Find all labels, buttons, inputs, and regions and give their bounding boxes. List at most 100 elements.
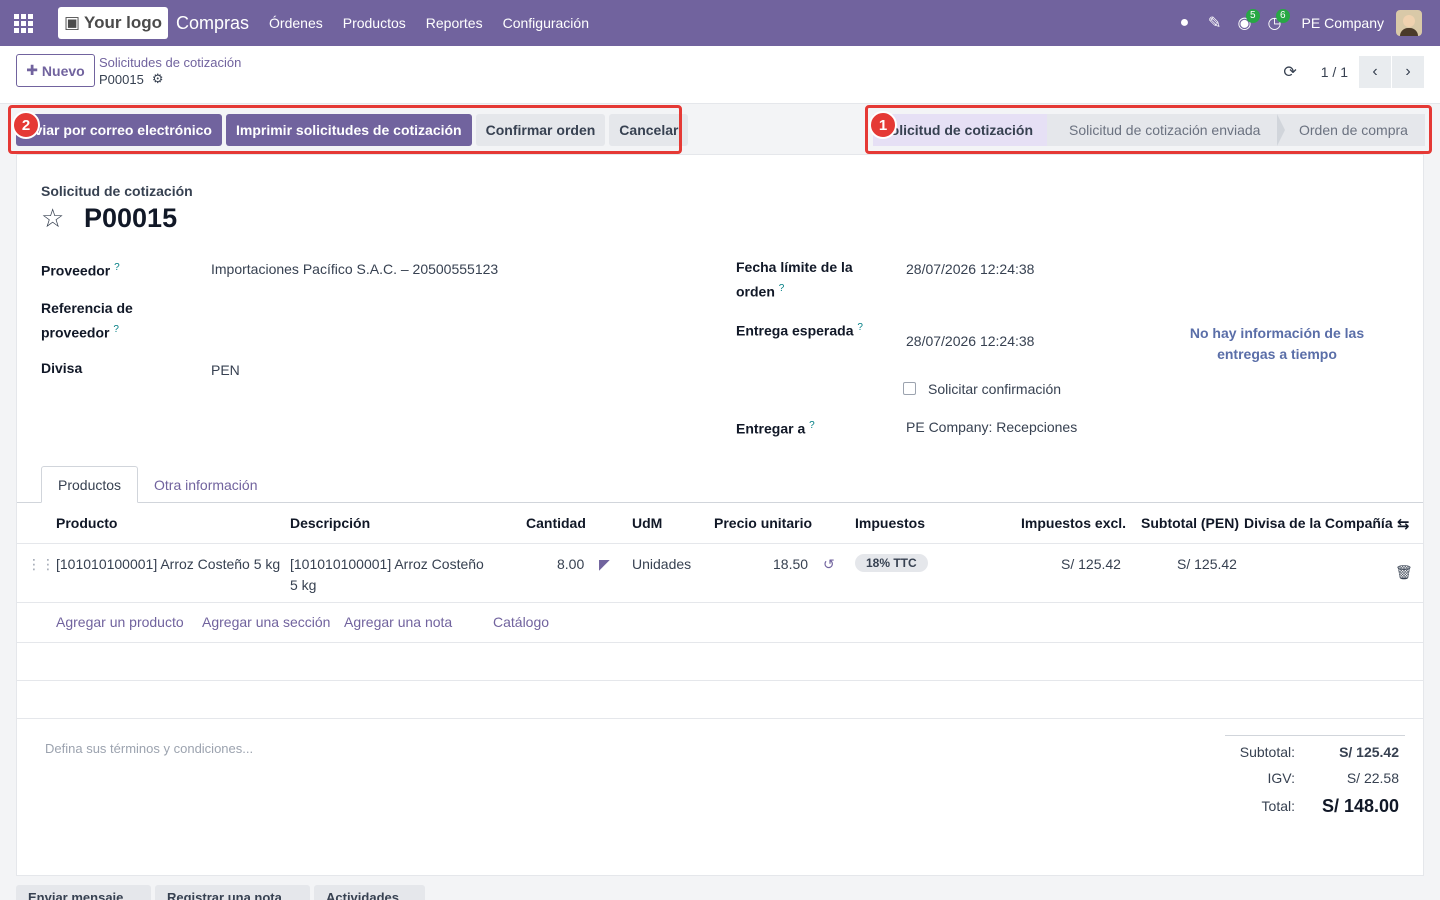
subtotal-value: S/ 125.42 [1339, 744, 1399, 760]
empty-row [17, 681, 1423, 719]
history-icon[interactable]: ↺ [823, 554, 835, 575]
chatter-buttons: Enviar mensaje Registrar una nota Activi… [16, 885, 425, 900]
help-icon[interactable]: ? [779, 283, 785, 294]
chat-badge: 5 [1245, 9, 1260, 23]
plus-icon: ✚ [26, 62, 42, 78]
add-note-link[interactable]: Agregar una nota [344, 614, 452, 630]
vendor-ref-field[interactable] [211, 319, 691, 340]
trash-icon[interactable]: 🗑 [1395, 562, 1413, 583]
help-icon[interactable]: ? [114, 262, 120, 273]
vendor-ref-label: Referencia de proveedor ? [41, 300, 133, 341]
total-label: Total: [1261, 798, 1295, 814]
line-product[interactable]: [101010100001] Arroz Costeño 5 kg [56, 554, 280, 575]
order-lines-table: Producto Descripción Cantidad UdM Precio… [17, 503, 1423, 719]
terms-field[interactable]: Defina sus términos y condiciones... [45, 741, 253, 756]
total-value: S/ 148.00 [1321, 796, 1399, 816]
pager-count[interactable]: 1 / 1 [1321, 64, 1348, 80]
main-menu: Órdenes Productos Reportes Configuración [269, 15, 609, 31]
chevron-left-icon[interactable]: ‹ [1359, 56, 1391, 88]
top-navbar: ▣ Your logo Compras Órdenes Productos Re… [0, 0, 1440, 46]
line-description[interactable]: [101010100001] Arroz Costeño 5 kg [290, 554, 484, 596]
deliver-field[interactable]: PE Company: Recepciones [906, 417, 1077, 438]
forecast-chart-icon[interactable]: ◤ [599, 554, 610, 575]
line-excl: S/ 125.42 [1061, 556, 1121, 572]
igv-label: IGV: [1267, 770, 1296, 786]
vendor-field[interactable]: Importaciones Pacífico S.A.C. – 20500555… [211, 259, 498, 280]
line-qty[interactable]: 8.00 [557, 554, 584, 575]
help-icon[interactable]: ? [113, 324, 119, 335]
table-row[interactable]: ⋮⋮ [101010100001] Arroz Costeño 5 kg [10… [17, 544, 1423, 603]
refresh-icon[interactable]: ⟳ [1283, 62, 1296, 82]
annotation-one: 1 [869, 111, 897, 139]
col-cantidad[interactable]: Cantidad [526, 515, 586, 531]
menu-ordenes[interactable]: Órdenes [269, 15, 323, 31]
company-logo[interactable]: ▣ Your logo [58, 7, 168, 39]
add-product-link[interactable]: Agregar un producto [56, 614, 184, 630]
col-precio[interactable]: Precio unitario [714, 515, 812, 531]
star-icon[interactable]: ☆ [41, 203, 64, 234]
log-note-button[interactable]: Registrar una nota [155, 885, 310, 900]
menu-reportes[interactable]: Reportes [426, 15, 483, 31]
new-label: Nuevo [41, 62, 85, 79]
igv-value: S/ 22.58 [1346, 770, 1399, 786]
col-impuestos-excl[interactable]: Impuestos excl. [1021, 515, 1126, 531]
app-menu-icon[interactable] [0, 0, 46, 46]
catalog-link[interactable]: Catálogo [493, 614, 549, 630]
chat-icon[interactable]: ◉ 5 [1230, 0, 1260, 46]
systray: ● ✎ ◉ 5 ◷ 6 PE Company [1170, 0, 1440, 46]
empty-row [17, 643, 1423, 681]
col-divisa[interactable]: Divisa de la Compañía [1244, 515, 1393, 531]
deliver-label: Entregar a ? [736, 420, 815, 437]
col-descripcion[interactable]: Descripción [290, 515, 370, 531]
gear-icon[interactable]: ⚙ [152, 71, 164, 87]
col-impuestos[interactable]: Impuestos [855, 515, 925, 531]
annotation-two: 2 [12, 111, 40, 139]
deadline-label: Fecha límite de la orden ? [736, 259, 853, 300]
new-button[interactable]: ✚ Nuevo [16, 54, 95, 87]
activity-clock-icon[interactable]: ◷ 6 [1260, 0, 1290, 46]
tab-productos[interactable]: Productos [41, 466, 139, 503]
drag-handle-icon[interactable]: ⋮⋮ [27, 554, 55, 575]
ontime-button[interactable]: No hay información de las entregas a tiem… [1177, 323, 1377, 365]
add-line-row: Agregar un producto Agregar una sección … [17, 603, 1423, 643]
expected-label: Entrega esperada ? [736, 322, 863, 339]
camera-icon: ▣ [63, 13, 80, 32]
doc-type-label: Solicitud de cotización [41, 183, 193, 199]
company-switcher[interactable]: PE Company [1302, 15, 1384, 31]
breadcrumb-record: P00015 [99, 71, 144, 87]
record-title: P00015 [84, 203, 178, 233]
confirm-checkbox[interactable] [903, 382, 916, 395]
menu-productos[interactable]: Productos [343, 15, 406, 31]
logo-text: Your logo [84, 13, 163, 32]
line-price[interactable]: 18.50 [773, 554, 808, 575]
chevron-right-icon[interactable]: › [1392, 56, 1424, 88]
col-subtotal[interactable]: Subtotal (PEN) [1141, 515, 1239, 531]
line-subtotal: S/ 125.42 [1177, 556, 1237, 572]
tax-tag[interactable]: 18% TTC [855, 554, 928, 572]
col-udm[interactable]: UdM [632, 515, 662, 531]
column-settings-icon[interactable]: ⇆ [1397, 515, 1410, 533]
currency-label: Divisa [41, 360, 83, 376]
drop-icon[interactable]: ● [1170, 0, 1200, 46]
deadline-field[interactable]: 28/07/2026 12:24:38 [906, 259, 1034, 280]
send-message-button[interactable]: Enviar mensaje [16, 885, 151, 900]
table-header: Producto Descripción Cantidad UdM Precio… [17, 503, 1423, 544]
add-section-link[interactable]: Agregar una sección [202, 614, 330, 630]
col-producto[interactable]: Producto [56, 515, 117, 531]
breadcrumb-parent[interactable]: Solicitudes de cotización [99, 55, 241, 70]
expected-field[interactable]: 28/07/2026 12:24:38 [906, 331, 1034, 352]
notebook-tabs: Productos Otra información [17, 466, 1423, 503]
user-avatar[interactable] [1396, 10, 1422, 36]
menu-configuracion[interactable]: Configuración [503, 15, 589, 31]
confirm-label: Solicitar confirmación [928, 381, 1062, 397]
edit-icon[interactable]: ✎ [1200, 0, 1230, 46]
subtotal-label: Subtotal: [1239, 744, 1295, 760]
currency-field[interactable]: PEN [211, 360, 240, 381]
app-name[interactable]: Compras [176, 13, 249, 34]
tab-otra-informacion[interactable]: Otra información [138, 466, 273, 503]
control-panel: ✚ Nuevo Solicitudes de cotización P00015… [0, 46, 1440, 104]
help-icon[interactable]: ? [809, 420, 815, 431]
help-icon[interactable]: ? [857, 322, 863, 333]
activities-button[interactable]: Actividades [314, 885, 425, 900]
line-uom[interactable]: Unidades [632, 554, 691, 575]
